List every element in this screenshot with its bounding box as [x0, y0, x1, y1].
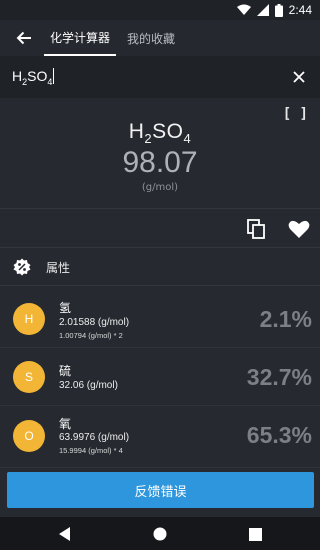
heart-icon — [288, 220, 310, 238]
wifi-icon — [236, 4, 251, 15]
element-symbol-badge: H — [13, 303, 45, 335]
favorite-button[interactable] — [287, 217, 311, 241]
system-nav-bar — [0, 517, 320, 550]
text-cursor — [53, 68, 55, 84]
element-percent: 32.7% — [246, 364, 312, 390]
report-error-button[interactable]: 反馈错误 — [7, 472, 314, 508]
element-mass: 2.01588 (g/mol) — [59, 317, 130, 328]
percent-badge-icon — [13, 258, 31, 276]
nav-recents-button[interactable] — [246, 525, 264, 543]
element-percent: 2.1% — [259, 306, 312, 332]
clear-button[interactable] — [288, 66, 310, 88]
triangle-back-icon — [59, 527, 70, 541]
properties-header: 属性 — [0, 248, 320, 286]
element-percent: 65.3% — [246, 422, 312, 448]
element-row-oxygen: O 氧 63.9976 (g/mol) 15.9994 (g/mol) * 4 … — [0, 406, 320, 468]
element-row-sulfur: S 硫 32.06 (g/mol) 32.7% — [0, 348, 320, 406]
result-panel: [ ] H2SO4 98.07 (g/mol) — [0, 98, 320, 208]
element-row-hydrogen: H 氢 2.01588 (g/mol) 1.00794 (g/mol) * 2 … — [0, 290, 320, 348]
molar-mass-value: 98.07 — [122, 146, 198, 179]
status-bar: 2:44 — [0, 0, 320, 20]
element-mass-detail: 1.00794 (g/mol) * 2 — [59, 331, 123, 340]
square-recents-icon — [248, 527, 262, 541]
close-icon — [293, 71, 305, 83]
signal-icon — [256, 4, 269, 16]
arrow-back-icon — [16, 31, 31, 45]
copy-icon — [247, 219, 265, 239]
molar-mass-unit: (g/mol) — [141, 182, 179, 193]
formula-display: H2SO4 — [128, 120, 192, 147]
result-actions — [0, 208, 320, 248]
element-symbol-badge: O — [13, 420, 45, 452]
copy-button[interactable] — [246, 218, 268, 240]
tab-my-favorites[interactable]: 我的收藏 — [120, 20, 182, 56]
element-mass: 32.06 (g/mol) — [59, 380, 118, 391]
formula-input[interactable]: H2SO4 — [12, 68, 55, 87]
circle-home-icon — [153, 527, 167, 541]
tab-chemistry-calculator[interactable]: 化学计算器 — [44, 20, 116, 56]
element-symbol-badge: S — [13, 361, 45, 393]
element-name: 硫 — [59, 364, 72, 378]
element-mass: 63.9976 (g/mol) — [59, 432, 130, 443]
battery-icon — [274, 3, 283, 17]
formula-input-bar: H2SO4 — [0, 56, 320, 98]
status-time: 2:44 — [288, 3, 312, 17]
element-name: 氢 — [59, 301, 72, 315]
nav-home-button[interactable] — [151, 525, 169, 543]
element-name: 氧 — [59, 417, 72, 431]
app-bar: 化学计算器 我的收藏 — [0, 20, 320, 56]
properties-title: 属性 — [46, 261, 71, 275]
nav-back-button[interactable] — [56, 525, 74, 543]
back-button[interactable] — [10, 24, 38, 52]
element-mass-detail: 15.9994 (g/mol) * 4 — [59, 446, 123, 455]
